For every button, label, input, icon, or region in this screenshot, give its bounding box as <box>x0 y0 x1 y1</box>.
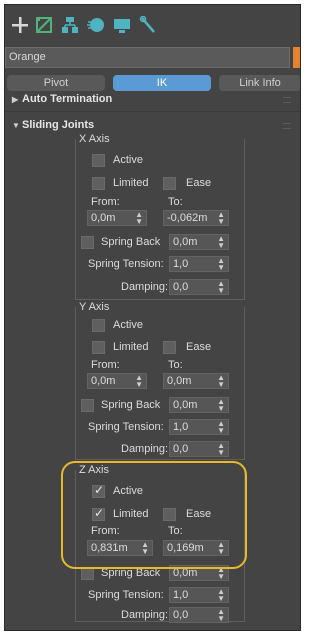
divider <box>5 111 300 112</box>
command-panel-toolbar <box>5 5 300 42</box>
y-spring-tension-spinner[interactable]: 1,0 ▲ ▼ <box>169 419 229 435</box>
x-from-label: From: <box>91 196 120 208</box>
y-damping-value: 0,0 <box>173 443 189 455</box>
z-axis-highlight-annotation <box>61 461 247 569</box>
y-to-label: To: <box>168 359 183 371</box>
spinner-arrows-icon[interactable]: ▲ ▼ <box>135 374 143 389</box>
x-damping-label: Damping: <box>121 281 169 293</box>
modify-icon[interactable] <box>35 16 53 34</box>
x-spring-tension-label: Spring Tension: <box>88 258 164 270</box>
x-ease-checkbox[interactable] <box>163 177 176 190</box>
y-spring-tension-label: Spring Tension: <box>88 421 164 433</box>
x-to-label: To: <box>168 196 183 208</box>
x-damping-spinner[interactable]: 0,0 ▲ ▼ <box>169 279 229 295</box>
tab-link-info[interactable]: Link Info <box>219 75 300 91</box>
rollout-title: Auto Termination <box>22 93 113 105</box>
y-active-checkbox[interactable] <box>92 319 105 332</box>
x-ease-label: Ease <box>186 177 212 189</box>
tab-pivot[interactable]: Pivot <box>7 75 105 91</box>
y-ease-checkbox[interactable] <box>163 341 176 354</box>
x-limited-checkbox[interactable] <box>92 177 105 190</box>
y-spring-tension-value: 1,0 <box>173 421 189 433</box>
create-plus-icon[interactable] <box>11 16 29 34</box>
y-spring-back-label: Spring Back <box>101 399 161 411</box>
spinner-arrows-icon[interactable]: ▲ ▼ <box>217 588 225 603</box>
spinner-arrows-icon[interactable]: ▲ ▼ <box>217 374 225 389</box>
collapsed-triangle-icon: ▶ <box>12 95 19 104</box>
tab-ik[interactable]: IK <box>113 75 211 91</box>
y-from-label: From: <box>91 359 120 371</box>
z-damping-spinner[interactable]: 0,0 ▲ ▼ <box>169 607 229 623</box>
x-spring-back-label: Spring Back <box>101 236 161 248</box>
spinner-arrows-icon[interactable]: ▲ ▼ <box>217 398 225 413</box>
y-spring-back-checkbox[interactable] <box>81 399 94 412</box>
hierarchy-tabs: Pivot IK Link Info <box>5 75 300 91</box>
spinner-arrows-icon[interactable]: ▲ ▼ <box>135 211 143 226</box>
motion-icon[interactable] <box>87 16 105 34</box>
y-limited-label: Limited <box>113 341 149 353</box>
z-spring-tension-value: 1,0 <box>173 589 189 601</box>
spinner-arrows-icon[interactable]: ▲ ▼ <box>217 280 225 295</box>
spinner-arrows-icon[interactable]: ▲ ▼ <box>217 608 225 623</box>
x-from-value: 0,0m <box>91 212 116 224</box>
y-active-label: Active <box>113 319 143 331</box>
utilities-wrench-icon[interactable] <box>139 16 157 34</box>
x-from-spinner[interactable]: 0,0m ▲ ▼ <box>87 210 147 226</box>
y-damping-spinner[interactable]: 0,0 ▲ ▼ <box>169 441 229 457</box>
z-damping-label: Damping: <box>121 609 169 621</box>
x-damping-value: 0,0 <box>173 281 189 293</box>
expanded-triangle-icon: ▼ <box>12 121 20 130</box>
x-to-spinner[interactable]: -0,062m ▲ ▼ <box>163 210 229 226</box>
y-from-spinner[interactable]: 0,0m ▲ ▼ <box>87 373 147 389</box>
spinner-arrows-icon[interactable]: ▲ ▼ <box>217 442 225 457</box>
z-spring-tension-label: Spring Tension: <box>88 589 164 601</box>
x-limited-label: Limited <box>113 177 149 189</box>
display-icon[interactable] <box>113 16 131 34</box>
z-spring-tension-spinner[interactable]: 1,0 ▲ ▼ <box>169 587 229 603</box>
spinner-arrows-icon[interactable]: ▲ ▼ <box>217 420 225 435</box>
x-spring-back-checkbox[interactable] <box>81 236 94 249</box>
command-panel: Orange Pivot IK Link Info ▶ Auto Terminat… <box>4 4 301 631</box>
y-to-value: 0,0m <box>167 375 192 387</box>
object-color-swatch[interactable] <box>293 47 300 68</box>
y-ease-label: Ease <box>186 341 212 353</box>
rollout-sliding-joints[interactable]: ▼ Sliding Joints <box>12 119 297 135</box>
hierarchy-icon[interactable] <box>61 16 79 34</box>
grip-icon[interactable] <box>283 97 291 103</box>
x-spring-back-value: 0,0m <box>173 236 198 248</box>
x-spring-tension-spinner[interactable]: 1,0 ▲ ▼ <box>169 256 229 272</box>
y-damping-label: Damping: <box>121 443 169 455</box>
spinner-arrows-icon[interactable]: ▲ ▼ <box>217 211 225 226</box>
x-active-checkbox[interactable] <box>92 154 105 167</box>
object-name-bar: Orange <box>5 47 300 68</box>
rollout-title: Sliding Joints <box>22 119 95 131</box>
z-damping-value: 0,0 <box>173 609 189 621</box>
rollout-auto-termination[interactable]: ▶ Auto Termination <box>12 93 297 109</box>
x-active-label: Active <box>113 154 143 166</box>
spinner-arrows-icon[interactable]: ▲ ▼ <box>217 257 225 272</box>
y-to-spinner[interactable]: 0,0m ▲ ▼ <box>163 373 229 389</box>
object-name-field[interactable]: Orange <box>5 47 290 68</box>
grip-icon[interactable] <box>283 123 291 129</box>
y-limited-checkbox[interactable] <box>92 341 105 354</box>
y-spring-back-spinner[interactable]: 0,0m ▲ ▼ <box>169 397 229 413</box>
x-spring-back-spinner[interactable]: 0,0m ▲ ▼ <box>169 234 229 250</box>
x-to-value: -0,062m <box>167 212 208 224</box>
x-spring-tension-value: 1,0 <box>173 258 189 270</box>
y-spring-back-value: 0,0m <box>173 399 198 411</box>
y-from-value: 0,0m <box>91 375 116 387</box>
spinner-arrows-icon[interactable]: ▲ ▼ <box>217 235 225 250</box>
